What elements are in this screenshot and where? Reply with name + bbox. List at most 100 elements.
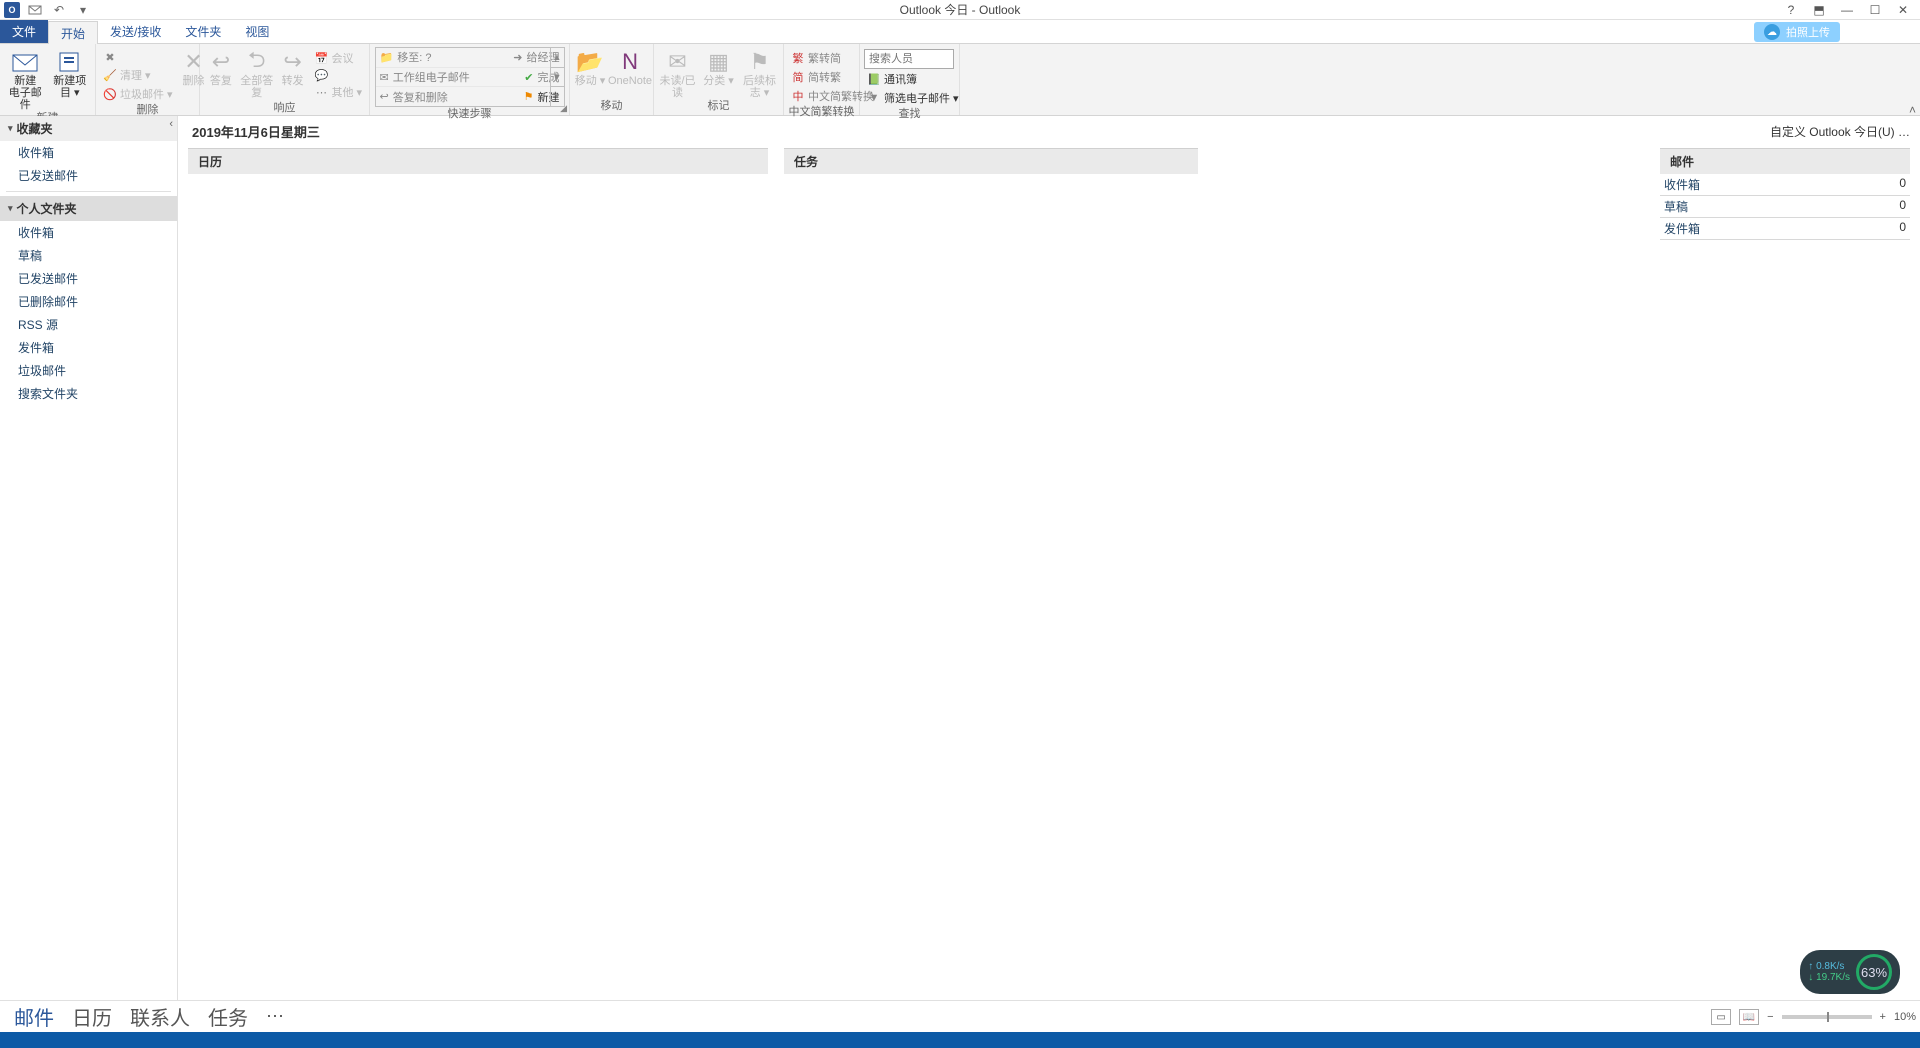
im-button[interactable]: 💬: [311, 68, 365, 82]
tab-folder[interactable]: 文件夹: [173, 20, 233, 43]
nav-personal-header[interactable]: 个人文件夹: [0, 196, 177, 221]
maximize-icon[interactable]: ☐: [1862, 1, 1888, 19]
qs-teammail: 工作组电子邮件: [393, 69, 470, 85]
junk-button[interactable]: 🚫垃圾邮件 ▾: [100, 85, 176, 103]
gallery-up-icon[interactable]: ▲: [551, 48, 564, 68]
zoom-slider[interactable]: [1782, 1015, 1872, 1019]
new-email-icon: [9, 49, 41, 75]
forward-icon: ↪: [277, 49, 309, 75]
nav-deleted[interactable]: 已删除邮件: [0, 290, 177, 313]
help-icon[interactable]: ?: [1778, 1, 1804, 19]
group-label-tags: 标记: [658, 99, 779, 115]
cleanup-button[interactable]: 🧹清理 ▾: [100, 66, 176, 84]
ribbon-options-icon[interactable]: ⬒: [1806, 1, 1832, 19]
categorize-label: 分类 ▾: [703, 75, 734, 87]
move-label: 移动 ▾: [575, 75, 606, 87]
onenote-button[interactable]: NOneNote: [608, 47, 652, 87]
followup-button[interactable]: ⚑后续标志 ▾: [740, 47, 779, 99]
zoom-plus-icon[interactable]: +: [1880, 1011, 1886, 1023]
move-icon: 📂: [574, 49, 606, 75]
ribbon-group-move: 📂移动 ▾ NOneNote 移动: [570, 44, 654, 115]
onenote-label: OneNote: [608, 75, 652, 87]
close-icon[interactable]: ✕: [1890, 1, 1916, 19]
check-icon: ✔: [524, 71, 533, 84]
view-reading-icon[interactable]: 📖: [1739, 1009, 1759, 1025]
nav-fav-sent[interactable]: 已发送邮件: [0, 164, 177, 187]
flag-icon: ⚑: [524, 90, 534, 103]
outlook-today-content: 2019年11月6日星期三 自定义 Outlook 今日(U) … 日历 任务 …: [178, 116, 1920, 1000]
cpu-gauge: 63%: [1856, 954, 1892, 990]
nav-rss[interactable]: RSS 源: [0, 313, 177, 336]
tab-sendreceive[interactable]: 发送/接收: [98, 20, 173, 43]
forward-arrow-icon: ➜: [513, 51, 522, 64]
zoom-value: 10%: [1894, 1011, 1916, 1023]
flag-followup-icon: ⚑: [744, 49, 776, 75]
im-icon: 💬: [314, 68, 328, 82]
more-icon: ⋯: [314, 85, 328, 99]
gallery-down-icon[interactable]: ▼: [551, 68, 564, 88]
forward-button[interactable]: ↪转发: [276, 47, 310, 87]
reply-all-button[interactable]: ⮌全部答复: [240, 47, 274, 99]
collapse-ribbon-icon[interactable]: ˄: [1909, 103, 1916, 117]
filter-email-button[interactable]: ▼筛选电子邮件 ▾: [864, 89, 962, 107]
nav-calendar[interactable]: 日历: [72, 1002, 112, 1031]
search-people-input[interactable]: [864, 49, 954, 69]
new-email-button[interactable]: 新建 电子邮件: [4, 47, 47, 111]
dialog-launcher-icon[interactable]: ◢: [560, 103, 567, 114]
tab-view[interactable]: 视图: [233, 20, 281, 43]
reply-all-label: 全部答复: [240, 75, 274, 99]
followup-label: 后续标志 ▾: [740, 75, 779, 99]
tab-file[interactable]: 文件: [0, 20, 48, 43]
mail-icon: ✉: [380, 71, 389, 84]
ribbon-group-quicksteps: 📁移至: ?➜给经理 ✉工作组电子邮件✔完成 ↩答复和删除⚑新建 ▲▼▾ 快速步…: [370, 44, 570, 115]
mail-panel-header: 邮件: [1660, 148, 1910, 174]
nav-more-icon[interactable]: ⋯: [266, 1006, 286, 1027]
nav-junk[interactable]: 垃圾邮件: [0, 359, 177, 382]
view-normal-icon[interactable]: ▭: [1711, 1009, 1731, 1025]
qat-customize-icon[interactable]: ▾: [74, 1, 92, 19]
mail-row-drafts[interactable]: 草稿0: [1660, 196, 1910, 218]
upload-button[interactable]: ☁ 拍照上传: [1754, 22, 1840, 42]
navpane-collapse-icon[interactable]: ‹: [169, 118, 173, 130]
reply-button[interactable]: ↩答复: [204, 47, 238, 87]
cloud-upload-icon: ☁: [1764, 24, 1780, 40]
more-respond-button[interactable]: ⋯其他 ▾: [311, 83, 365, 101]
nav-mail[interactable]: 邮件: [14, 1002, 54, 1031]
nav-sent[interactable]: 已发送邮件: [0, 267, 177, 290]
move-button[interactable]: 📂移动 ▾: [574, 47, 606, 87]
zoom-minus-icon[interactable]: −: [1767, 1011, 1773, 1023]
nav-fav-inbox[interactable]: 收件箱: [0, 141, 177, 164]
ignore-button[interactable]: ✖: [100, 49, 176, 65]
customize-today-link[interactable]: 自定义 Outlook 今日(U) …: [1770, 123, 1910, 140]
nav-outbox[interactable]: 发件箱: [0, 336, 177, 359]
qat-sendreceive-icon[interactable]: [26, 1, 44, 19]
ribbon-group-new: 新建 电子邮件 新建项目 ▾ 新建: [0, 44, 96, 115]
meeting-button[interactable]: 📅会议: [311, 49, 365, 67]
new-email-label: 新建 电子邮件: [4, 75, 47, 111]
quicksteps-gallery[interactable]: 📁移至: ?➜给经理 ✉工作组电子邮件✔完成 ↩答复和删除⚑新建 ▲▼▾: [375, 47, 565, 107]
addressbook-button[interactable]: 📗通讯簿: [864, 70, 962, 88]
minimize-icon[interactable]: —: [1834, 1, 1860, 19]
nav-people[interactable]: 联系人: [130, 1002, 190, 1031]
module-nav: 邮件 日历 联系人 任务 ⋯: [0, 1000, 1920, 1032]
calendar-panel: 日历: [188, 148, 768, 240]
nav-favorites-header[interactable]: 收藏夹: [0, 116, 177, 141]
reply-all-icon: ⮌: [241, 49, 273, 75]
new-item-button[interactable]: 新建项目 ▾: [49, 47, 92, 99]
mail-row-inbox[interactable]: 收件箱0: [1660, 174, 1910, 196]
ribbon-group-delete: ✖ 🧹清理 ▾ 🚫垃圾邮件 ▾ ✕ 删除 删除: [96, 44, 200, 115]
ribbon-group-cnconv: 繁繁转简 简简转繁 中中文简繁转换 中文简繁转换: [784, 44, 860, 115]
qat-undo-icon[interactable]: ↶: [50, 1, 68, 19]
nav-drafts[interactable]: 草稿: [0, 244, 177, 267]
tab-home[interactable]: 开始: [48, 21, 98, 44]
nav-inbox[interactable]: 收件箱: [0, 221, 177, 244]
nav-searchfolders[interactable]: 搜索文件夹: [0, 382, 177, 405]
status-controls: ▭ 📖 − + 10%: [1711, 1004, 1916, 1030]
group-label-respond: 响应: [204, 101, 365, 115]
cn-conv-icon: 中: [791, 89, 805, 103]
mail-row-outbox[interactable]: 发件箱0: [1660, 218, 1910, 240]
unread-button[interactable]: ✉未读/已读: [658, 47, 697, 99]
outlook-icon: O: [4, 2, 20, 18]
categorize-button[interactable]: ▦分类 ▾: [699, 47, 738, 87]
nav-tasks[interactable]: 任务: [208, 1002, 248, 1031]
